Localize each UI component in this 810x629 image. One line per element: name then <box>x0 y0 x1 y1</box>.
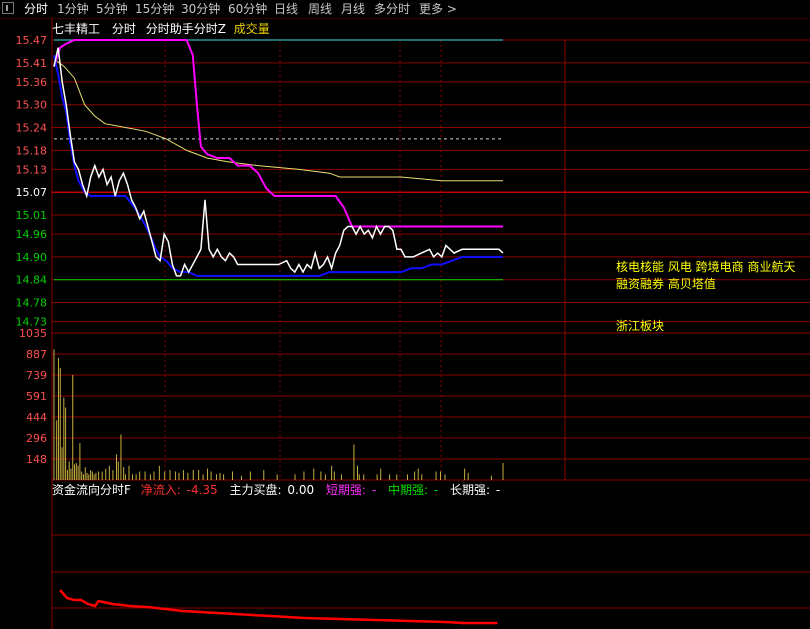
mid-strength-label: 中期强: <box>388 482 428 497</box>
header-label-fenshi: 分时 <box>112 22 136 36</box>
volume-tick-label: 1035 <box>19 327 47 340</box>
price-tick-label: 15.30 <box>16 99 48 112</box>
region-tag[interactable]: 浙江板块 <box>616 318 664 335</box>
magenta-series-line <box>53 39 503 228</box>
volume-tick-label: 296 <box>26 432 47 445</box>
stock-name: 七丰精工 <box>52 22 100 36</box>
blue-series-line <box>53 54 503 277</box>
volume-axis: 1035 887 739 591 444 296 148 <box>19 327 47 466</box>
long-strength-value: - <box>496 483 500 497</box>
volume-tick-label: 148 <box>26 453 47 466</box>
price-tick-label: 14.84 <box>16 274 48 287</box>
chart-header: 七丰精工 分时 分时助手分时Z 成交量 <box>52 21 270 36</box>
short-strength-label: 短期强: <box>326 483 366 497</box>
price-tick-label: 15.13 <box>16 163 48 176</box>
price-tick-label: 15.41 <box>16 57 48 70</box>
chart-grid <box>51 18 810 629</box>
price-tick-label: 14.96 <box>16 228 48 241</box>
volume-tick-label: 591 <box>26 390 47 403</box>
price-lines <box>53 39 504 281</box>
volume-bars <box>53 349 504 480</box>
concept-tags-line2: 融资融券 高贝塔值 <box>616 277 716 291</box>
avg-series-line <box>53 58 503 182</box>
fund-flow-line <box>59 589 498 625</box>
concept-tags-line1: 核电核能 风电 跨境电商 商业航天 <box>616 260 796 274</box>
main-buy-value: 0.00 <box>287 483 314 497</box>
concept-tags[interactable]: 核电核能 风电 跨境电商 商业航天 融资融券 高贝塔值 <box>616 259 795 293</box>
price-tick-label: 15.24 <box>16 122 48 135</box>
volume-tick-label: 739 <box>26 369 47 382</box>
price-tick-label: 14.90 <box>16 251 48 264</box>
mid-strength-value: - <box>434 483 438 497</box>
short-strength-value: - <box>372 483 376 497</box>
price-tick-label: 15.18 <box>16 144 48 157</box>
intraday-chart[interactable]: 15.47 15.41 15.36 15.30 15.24 15.18 15.13 15.07… <box>0 0 810 629</box>
price-tick-label: 15.47 <box>16 34 48 47</box>
fund-flow-series-line <box>59 589 498 625</box>
price-axis: 15.47 15.41 15.36 15.30 15.24 15.18 15.13 15.07… <box>16 34 48 329</box>
long-strength-label: 长期强: <box>450 483 490 497</box>
price-tick-label: 15.36 <box>16 76 48 89</box>
fund-flow-indicator-bar: 资金流向分时F 净流入: -4.35 主力买盘: 0.00 短期强: - 中期强… <box>52 482 500 497</box>
net-inflow-value: -4.35 <box>187 483 218 497</box>
volume-tick-label: 887 <box>26 348 47 361</box>
indicator-title: 资金流向分时F <box>52 482 131 497</box>
price-tick-label: 15.07 <box>16 186 48 199</box>
volume-tick-label: 444 <box>26 411 47 424</box>
header-label-volume: 成交量 <box>234 21 270 36</box>
header-label-assistant: 分时助手分时Z <box>146 22 226 36</box>
price-tick-label: 15.01 <box>16 209 48 222</box>
main-buy-label: 主力买盘: <box>230 482 282 497</box>
price-tick-label: 14.78 <box>16 297 48 310</box>
net-inflow-label: 净流入: <box>141 483 181 497</box>
